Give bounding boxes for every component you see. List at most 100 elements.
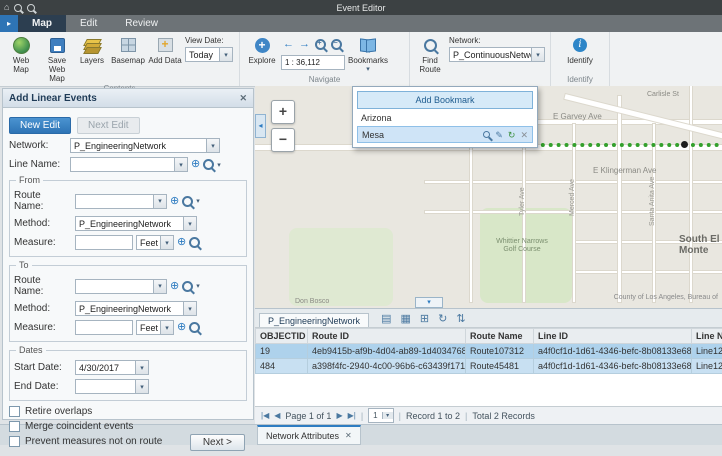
select-on-map-icon[interactable]: ⊕ xyxy=(177,322,186,333)
select-on-map-icon[interactable]: ⊕ xyxy=(170,196,179,207)
previous-extent-icon[interactable]: ← xyxy=(283,38,294,50)
bookmarks-button[interactable]: Bookmarks ▾ xyxy=(345,35,391,75)
cell[interactable]: 484 xyxy=(256,359,308,374)
from-method-select[interactable]: P_EngineeringNetwork▾ xyxy=(75,216,197,231)
col-header-objectid[interactable]: OBJECTID xyxy=(256,329,308,344)
table-row[interactable]: 19 4eb9415b-af9b-4d04-ab89-1d40347682b R… xyxy=(256,344,722,359)
merge-coincident-events-option[interactable]: Merge coincident events xyxy=(9,421,247,432)
network-select[interactable]: P_EngineeringNetwork ▾ xyxy=(70,138,220,153)
attribute-panel-collapse-arrow[interactable]: ▾ xyxy=(415,297,443,308)
zoom-out-icon[interactable] xyxy=(27,4,35,12)
chevron-down-icon[interactable]: ▾ xyxy=(196,282,200,290)
chevron-down-icon[interactable]: ▾ xyxy=(217,161,221,169)
home-icon[interactable]: ⌂ xyxy=(4,1,9,14)
web-map-button[interactable]: Web Map xyxy=(3,35,39,75)
basemap-button[interactable]: Basemap xyxy=(109,35,147,66)
app-menu-button[interactable]: ▸ xyxy=(0,15,18,32)
to-method-select[interactable]: P_EngineeringNetwork▾ xyxy=(75,301,197,316)
add-bookmark-button[interactable]: Add Bookmark xyxy=(357,91,533,109)
tab-map[interactable]: Map xyxy=(18,15,66,32)
col-header-line-name[interactable]: Line Name xyxy=(692,329,722,344)
selection-grid-icon[interactable]: ▦ xyxy=(400,313,410,325)
bookmark-item-arizona[interactable]: Arizona xyxy=(357,110,533,125)
col-header-line-id[interactable]: Line ID xyxy=(534,329,692,344)
table-row[interactable]: 484 a398f4fc-2940-4c00-96b6-c63439f1711 … xyxy=(256,359,722,374)
col-header-route-id[interactable]: Route ID xyxy=(308,329,466,344)
next-button[interactable]: Next > xyxy=(190,434,245,451)
checkbox[interactable] xyxy=(9,421,20,432)
end-date-input[interactable]: ▾ xyxy=(75,379,149,394)
from-measure-input[interactable] xyxy=(75,235,133,250)
to-measure-input[interactable] xyxy=(75,320,133,335)
bookmark-delete-icon[interactable]: ✕ xyxy=(520,130,528,140)
page-size-select[interactable]: 1 ▾ xyxy=(368,408,393,423)
cell[interactable]: Line12320 xyxy=(692,344,722,359)
view-date-select[interactable]: Today ▾ xyxy=(185,47,233,62)
layers-button[interactable]: Layers xyxy=(75,35,109,66)
find-route-button[interactable]: Find Route xyxy=(413,35,447,75)
zoom-out-tool-icon[interactable]: − xyxy=(331,39,342,50)
checkbox[interactable] xyxy=(9,436,20,447)
identify-button[interactable]: i Identify xyxy=(559,35,601,66)
bookmark-edit-icon[interactable]: ✎ xyxy=(495,130,503,140)
search-icon[interactable] xyxy=(189,322,200,333)
first-page-icon[interactable]: |◀ xyxy=(261,411,269,420)
search-icon[interactable] xyxy=(189,237,200,248)
bookmark-zoom-icon[interactable] xyxy=(483,131,490,138)
cell[interactable]: Route107312 xyxy=(466,344,534,359)
from-unit-select[interactable]: Feet▾ xyxy=(136,235,174,250)
place-label: Don Bosco xyxy=(295,298,329,305)
to-unit-select[interactable]: Feet▾ xyxy=(136,320,174,335)
cell[interactable]: Route45481 xyxy=(466,359,534,374)
search-icon[interactable] xyxy=(182,196,193,207)
refresh-icon[interactable]: ↻ xyxy=(438,313,447,325)
bookmark-refresh-icon[interactable]: ↻ xyxy=(508,130,516,140)
last-page-icon[interactable]: ▶| xyxy=(348,411,356,420)
panel-collapse-arrow[interactable]: ◂ xyxy=(255,114,266,138)
to-route-name-select[interactable]: ▾ xyxy=(75,279,167,294)
map-zoom-out-button[interactable]: − xyxy=(271,128,295,152)
close-icon[interactable]: ✕ xyxy=(345,431,352,440)
attribute-panel-tab[interactable]: P_EngineeringNetwork xyxy=(259,313,369,327)
search-icon[interactable] xyxy=(203,159,214,170)
cell[interactable]: a398f4fc-2940-4c00-96b6-c63439f1711 xyxy=(308,359,466,374)
select-on-map-icon[interactable]: ⊕ xyxy=(177,237,186,248)
network-attributes-tab[interactable]: Network Attributes ✕ xyxy=(257,425,361,445)
cell[interactable]: 4eb9415b-af9b-4d04-ab89-1d40347682b xyxy=(308,344,466,359)
cell[interactable]: Line12320 xyxy=(692,359,722,374)
sort-icon[interactable]: ⇅ xyxy=(456,313,465,325)
tab-edit[interactable]: Edit xyxy=(66,15,111,32)
from-group: From Route Name: ▾ ⊕ ▾ Method: P_Enginee… xyxy=(9,180,247,257)
next-page-icon[interactable]: ▶ xyxy=(336,411,342,420)
tab-review[interactable]: Review xyxy=(111,15,172,32)
panel-close-icon[interactable]: ✕ xyxy=(239,93,247,104)
start-date-input[interactable]: 4/30/2017▾ xyxy=(75,360,149,375)
line-name-select[interactable]: ▾ xyxy=(70,157,188,172)
search-icon[interactable] xyxy=(182,281,193,292)
new-edit-button[interactable]: New Edit xyxy=(9,117,71,134)
app-menu-icon: ▸ xyxy=(7,19,11,28)
col-header-route-name[interactable]: Route Name xyxy=(466,329,534,344)
ribbon-network-select[interactable]: P_ContinuousNetwork ▾ xyxy=(449,47,545,62)
select-on-map-icon[interactable]: ⊕ xyxy=(191,159,200,170)
table-view-icon[interactable]: ▤ xyxy=(381,313,391,325)
save-web-map-button[interactable]: Save Web Map xyxy=(39,35,75,84)
zoom-to-selection-icon[interactable]: ⊞ xyxy=(420,313,429,325)
cell[interactable]: a4f0cf1d-1d61-4346-befc-8b08133e681e xyxy=(534,344,692,359)
checkbox[interactable] xyxy=(9,406,20,417)
cell[interactable]: a4f0cf1d-1d61-4346-befc-8b08133e681e xyxy=(534,359,692,374)
zoom-in-tool-icon[interactable]: + xyxy=(315,39,326,50)
previous-page-icon[interactable]: ◀ xyxy=(274,411,280,420)
next-extent-icon[interactable]: → xyxy=(299,38,310,50)
bookmark-item-mesa[interactable]: Mesa ✎ ↻ ✕ xyxy=(357,126,533,143)
zoom-in-icon[interactable] xyxy=(14,4,22,12)
explore-button[interactable]: + Explore xyxy=(243,35,281,66)
cell[interactable]: 19 xyxy=(256,344,308,359)
chevron-down-icon[interactable]: ▾ xyxy=(196,197,200,205)
add-data-button[interactable]: + Add Data xyxy=(147,35,183,66)
retire-overlaps-option[interactable]: Retire overlaps xyxy=(9,406,247,417)
from-route-name-select[interactable]: ▾ xyxy=(75,194,167,209)
map-scale-input[interactable]: 1 : 36,112 xyxy=(281,55,345,70)
map-zoom-in-button[interactable]: + xyxy=(271,100,295,124)
select-on-map-icon[interactable]: ⊕ xyxy=(170,281,179,292)
